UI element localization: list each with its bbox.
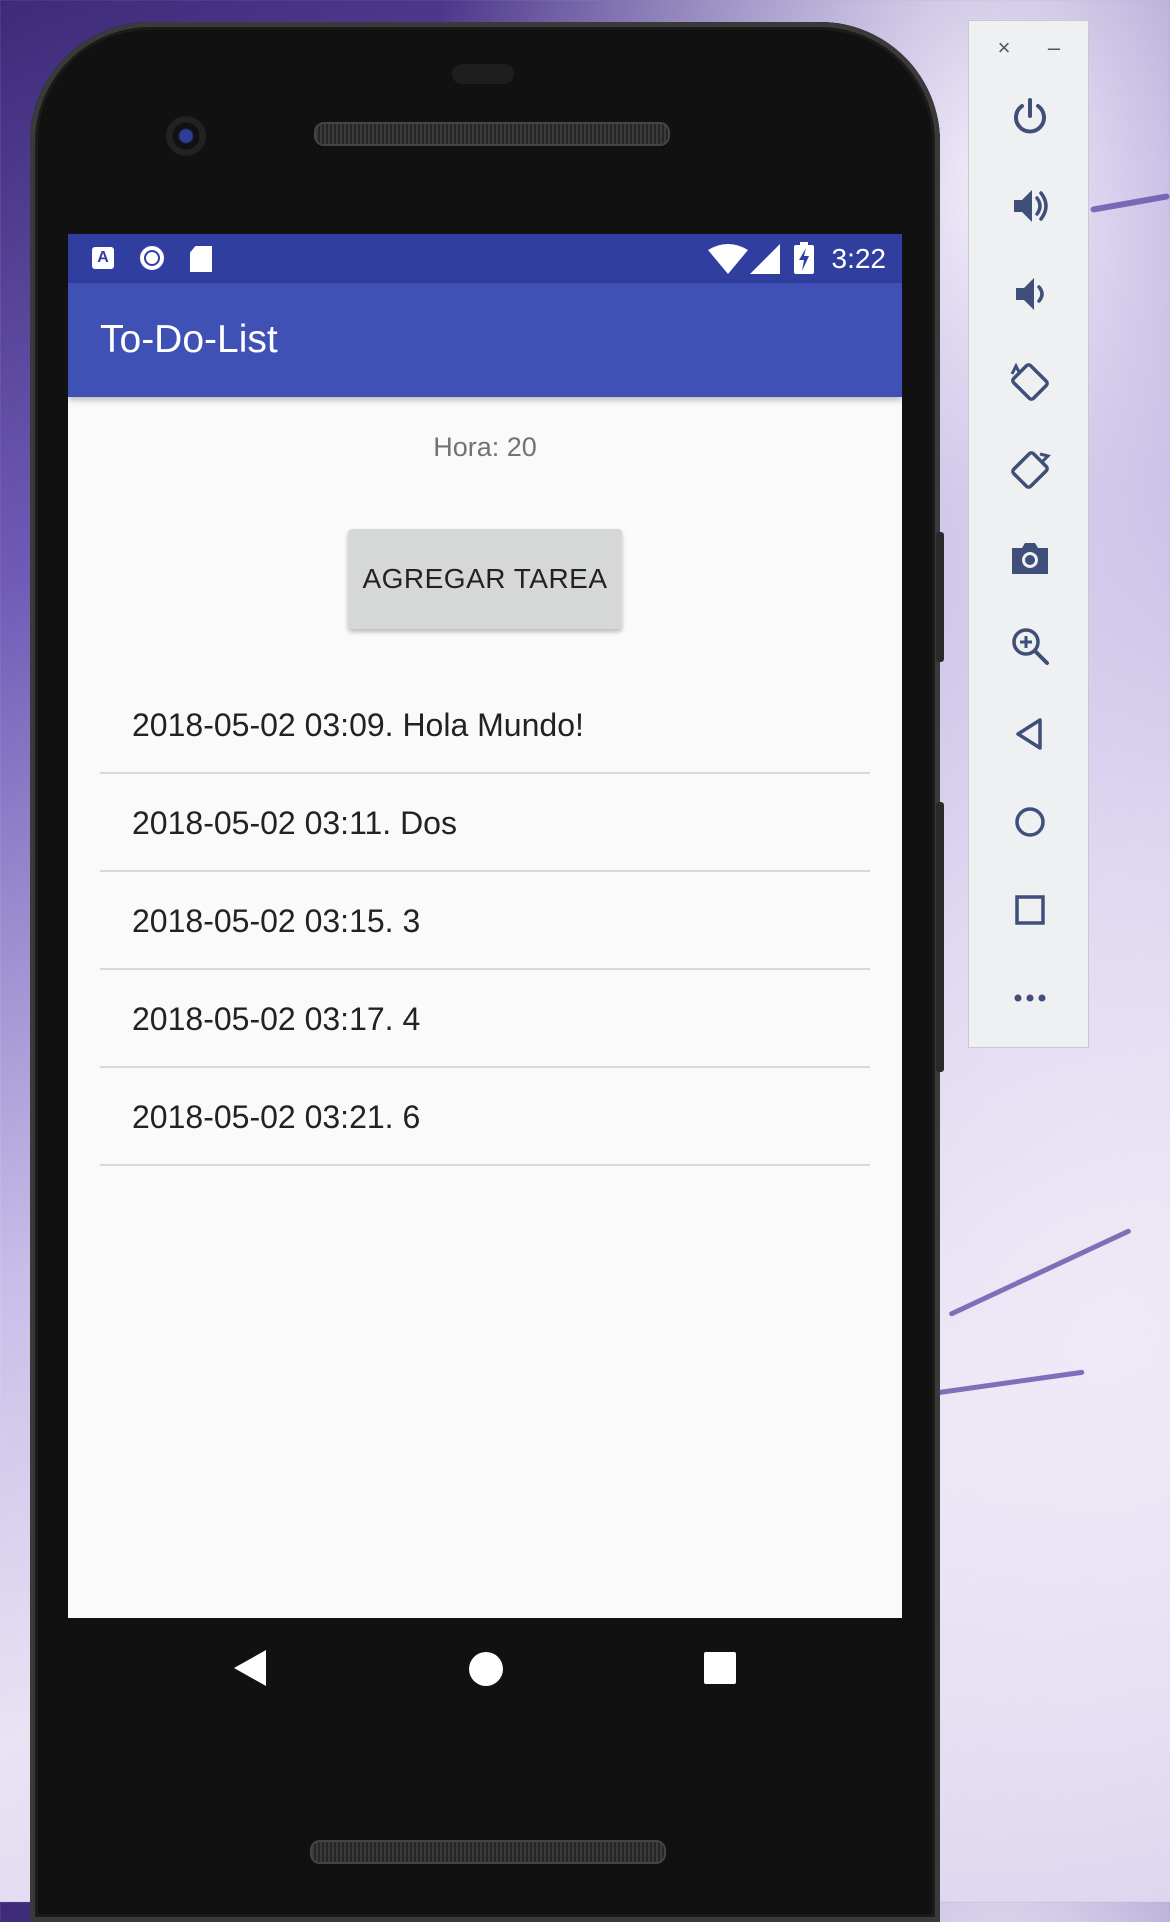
volume-up-icon <box>1013 190 1048 222</box>
task-list: 2018-05-02 03:09. Hola Mundo! 2018-05-02… <box>100 676 870 1166</box>
power-button[interactable] <box>969 83 1090 153</box>
cell-signal-icon <box>750 244 780 274</box>
rotate-left-button[interactable] <box>969 347 1090 417</box>
back-icon <box>1015 718 1042 750</box>
volume-down-button[interactable] <box>969 259 1090 329</box>
earpiece-speaker <box>314 122 670 146</box>
home-button[interactable] <box>969 787 1090 857</box>
add-task-button[interactable]: AGREGAR TAREA <box>348 529 622 629</box>
hora-label: Hora: 20 <box>433 432 537 462</box>
sd-card-icon <box>190 246 212 272</box>
task-list-item[interactable]: 2018-05-02 03:15. 3 <box>100 872 870 970</box>
app-title: To-Do-List <box>100 318 278 361</box>
proximity-sensor <box>452 64 514 84</box>
zoom-icon <box>1011 628 1049 665</box>
task-list-item[interactable]: 2018-05-02 03:09. Hola Mundo! <box>100 676 870 774</box>
back-button[interactable] <box>969 699 1090 769</box>
nav-overview-icon[interactable] <box>704 1652 736 1684</box>
sync-circle-icon <box>140 246 164 270</box>
task-list-item[interactable]: 2018-05-02 03:21. 6 <box>100 1068 870 1166</box>
close-window-button[interactable]: × <box>989 35 1019 61</box>
power-icon <box>1013 98 1046 134</box>
phone-screen: A 3:22 To-Do-List Hora: 20 AGREGAR TAREA… <box>68 234 902 1618</box>
overview-icon <box>1014 895 1045 925</box>
rotate-left-icon <box>1010 362 1049 401</box>
front-camera <box>166 116 206 156</box>
volume-down-icon <box>1015 278 1044 310</box>
nav-back-icon[interactable] <box>234 1650 266 1686</box>
more-button[interactable] <box>969 963 1090 1033</box>
home-icon <box>1014 807 1045 837</box>
task-list-item[interactable]: 2018-05-02 03:17. 4 <box>100 970 870 1068</box>
notification-a-icon: A <box>92 247 114 269</box>
zoom-button[interactable] <box>969 611 1090 681</box>
bottom-speaker <box>310 1840 666 1864</box>
rotate-right-icon <box>1010 451 1051 489</box>
screenshot-button[interactable] <box>969 523 1090 593</box>
emulator-toolbar: × – <box>968 20 1089 1048</box>
background-stroke <box>1090 193 1170 213</box>
nav-home-icon[interactable] <box>469 1652 503 1686</box>
background-stroke <box>935 1369 1085 1396</box>
camera-icon <box>1011 543 1048 574</box>
overview-button[interactable] <box>969 875 1090 945</box>
phone-side-button[interactable] <box>936 532 944 662</box>
minimize-window-button[interactable]: – <box>1039 35 1069 61</box>
rotate-right-button[interactable] <box>969 435 1090 505</box>
task-list-item[interactable]: 2018-05-02 03:11. Dos <box>100 774 870 872</box>
status-time: 3:22 <box>831 243 887 274</box>
background-stroke <box>948 1227 1132 1318</box>
phone-side-button[interactable] <box>936 802 944 1072</box>
more-icon <box>1014 994 1045 1002</box>
wifi-icon <box>708 244 748 274</box>
battery-charging-icon <box>794 242 814 274</box>
status-bar: A 3:22 <box>68 234 902 283</box>
app-bar: To-Do-List <box>68 283 902 397</box>
volume-up-button[interactable] <box>969 171 1090 241</box>
